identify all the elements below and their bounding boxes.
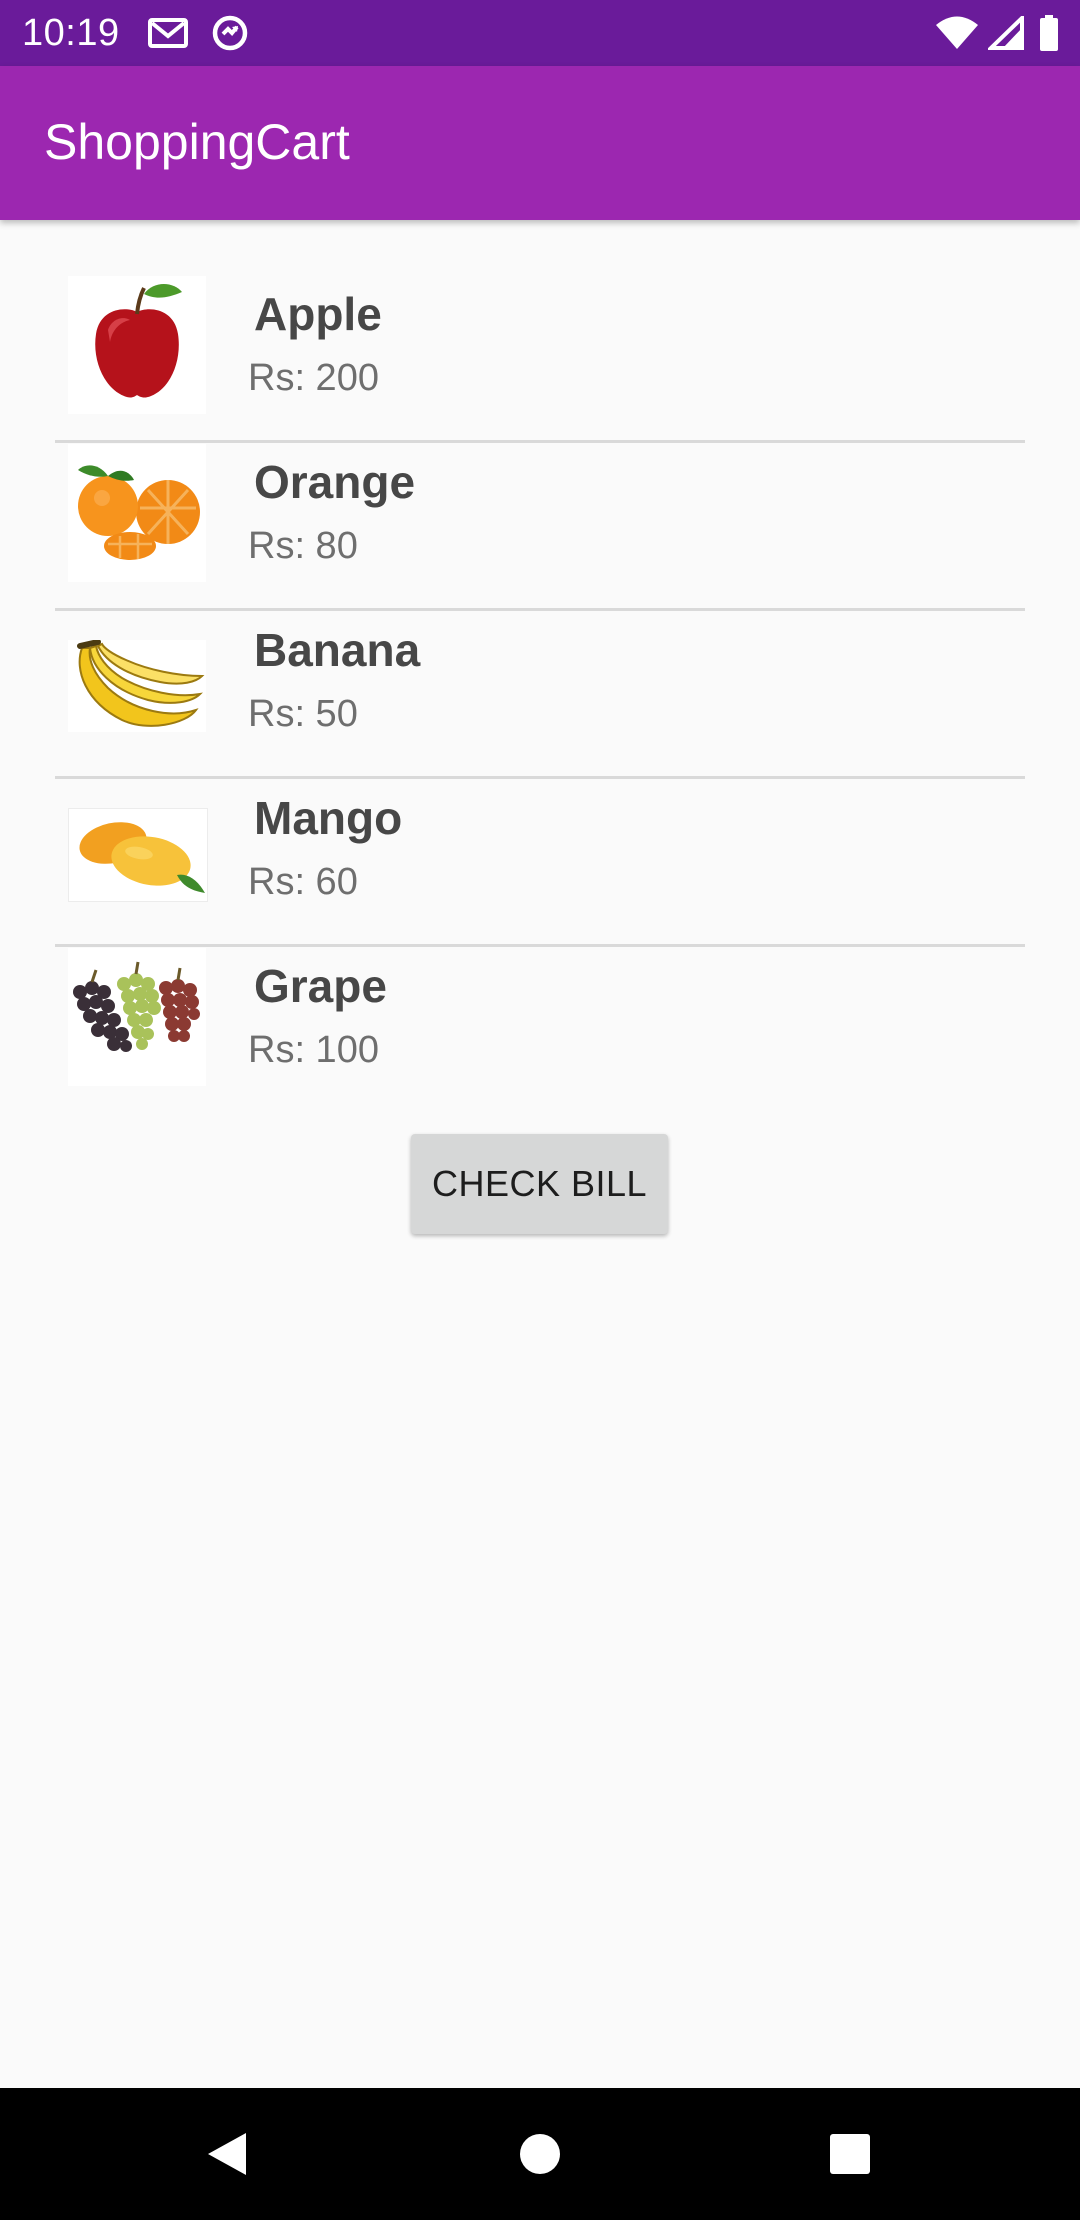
product-price: Rs: 60 — [248, 861, 358, 903]
divider — [55, 776, 1025, 779]
wifi-icon — [934, 0, 980, 66]
product-price: Rs: 80 — [248, 525, 358, 567]
home-icon[interactable] — [500, 2114, 580, 2194]
app-bar: ShoppingCart — [0, 66, 1080, 220]
product-name: Banana — [254, 624, 421, 676]
list-item-apple[interactable]: Apple Rs: 200 — [0, 272, 1080, 438]
status-time: 10:19 — [22, 12, 120, 54]
signal-icon — [986, 0, 1026, 66]
grape-icon — [68, 948, 206, 1086]
recents-icon[interactable] — [810, 2114, 890, 2194]
banana-icon — [68, 640, 206, 732]
orange-icon — [68, 444, 206, 582]
app-title: ShoppingCart — [44, 114, 350, 170]
list-item-banana[interactable]: Banana Rs: 50 — [0, 608, 1080, 774]
product-name: Mango — [254, 792, 403, 844]
apple-icon — [68, 276, 206, 414]
divider — [55, 944, 1025, 947]
data-saver-icon — [208, 0, 252, 66]
list-item-grape[interactable]: Grape Rs: 100 — [0, 944, 1080, 1110]
product-price: Rs: 50 — [248, 693, 358, 735]
back-icon[interactable] — [188, 2114, 268, 2194]
list-item-mango[interactable]: Mango Rs: 60 — [0, 776, 1080, 942]
list-item-orange[interactable]: Orange Rs: 80 — [0, 440, 1080, 606]
product-name: Orange — [254, 456, 416, 508]
divider — [55, 608, 1025, 611]
check-bill-button[interactable]: CHECK BILL — [411, 1134, 668, 1234]
mango-icon — [68, 808, 208, 902]
product-name: Apple — [254, 288, 382, 340]
product-price: Rs: 100 — [248, 1029, 379, 1071]
battery-icon — [1036, 0, 1062, 66]
product-name: Grape — [254, 960, 387, 1012]
gmail-icon — [146, 0, 190, 66]
divider — [55, 440, 1025, 443]
product-price: Rs: 200 — [248, 357, 379, 399]
status-bar: 10:19 — [0, 0, 1080, 66]
navigation-bar — [0, 2088, 1080, 2220]
